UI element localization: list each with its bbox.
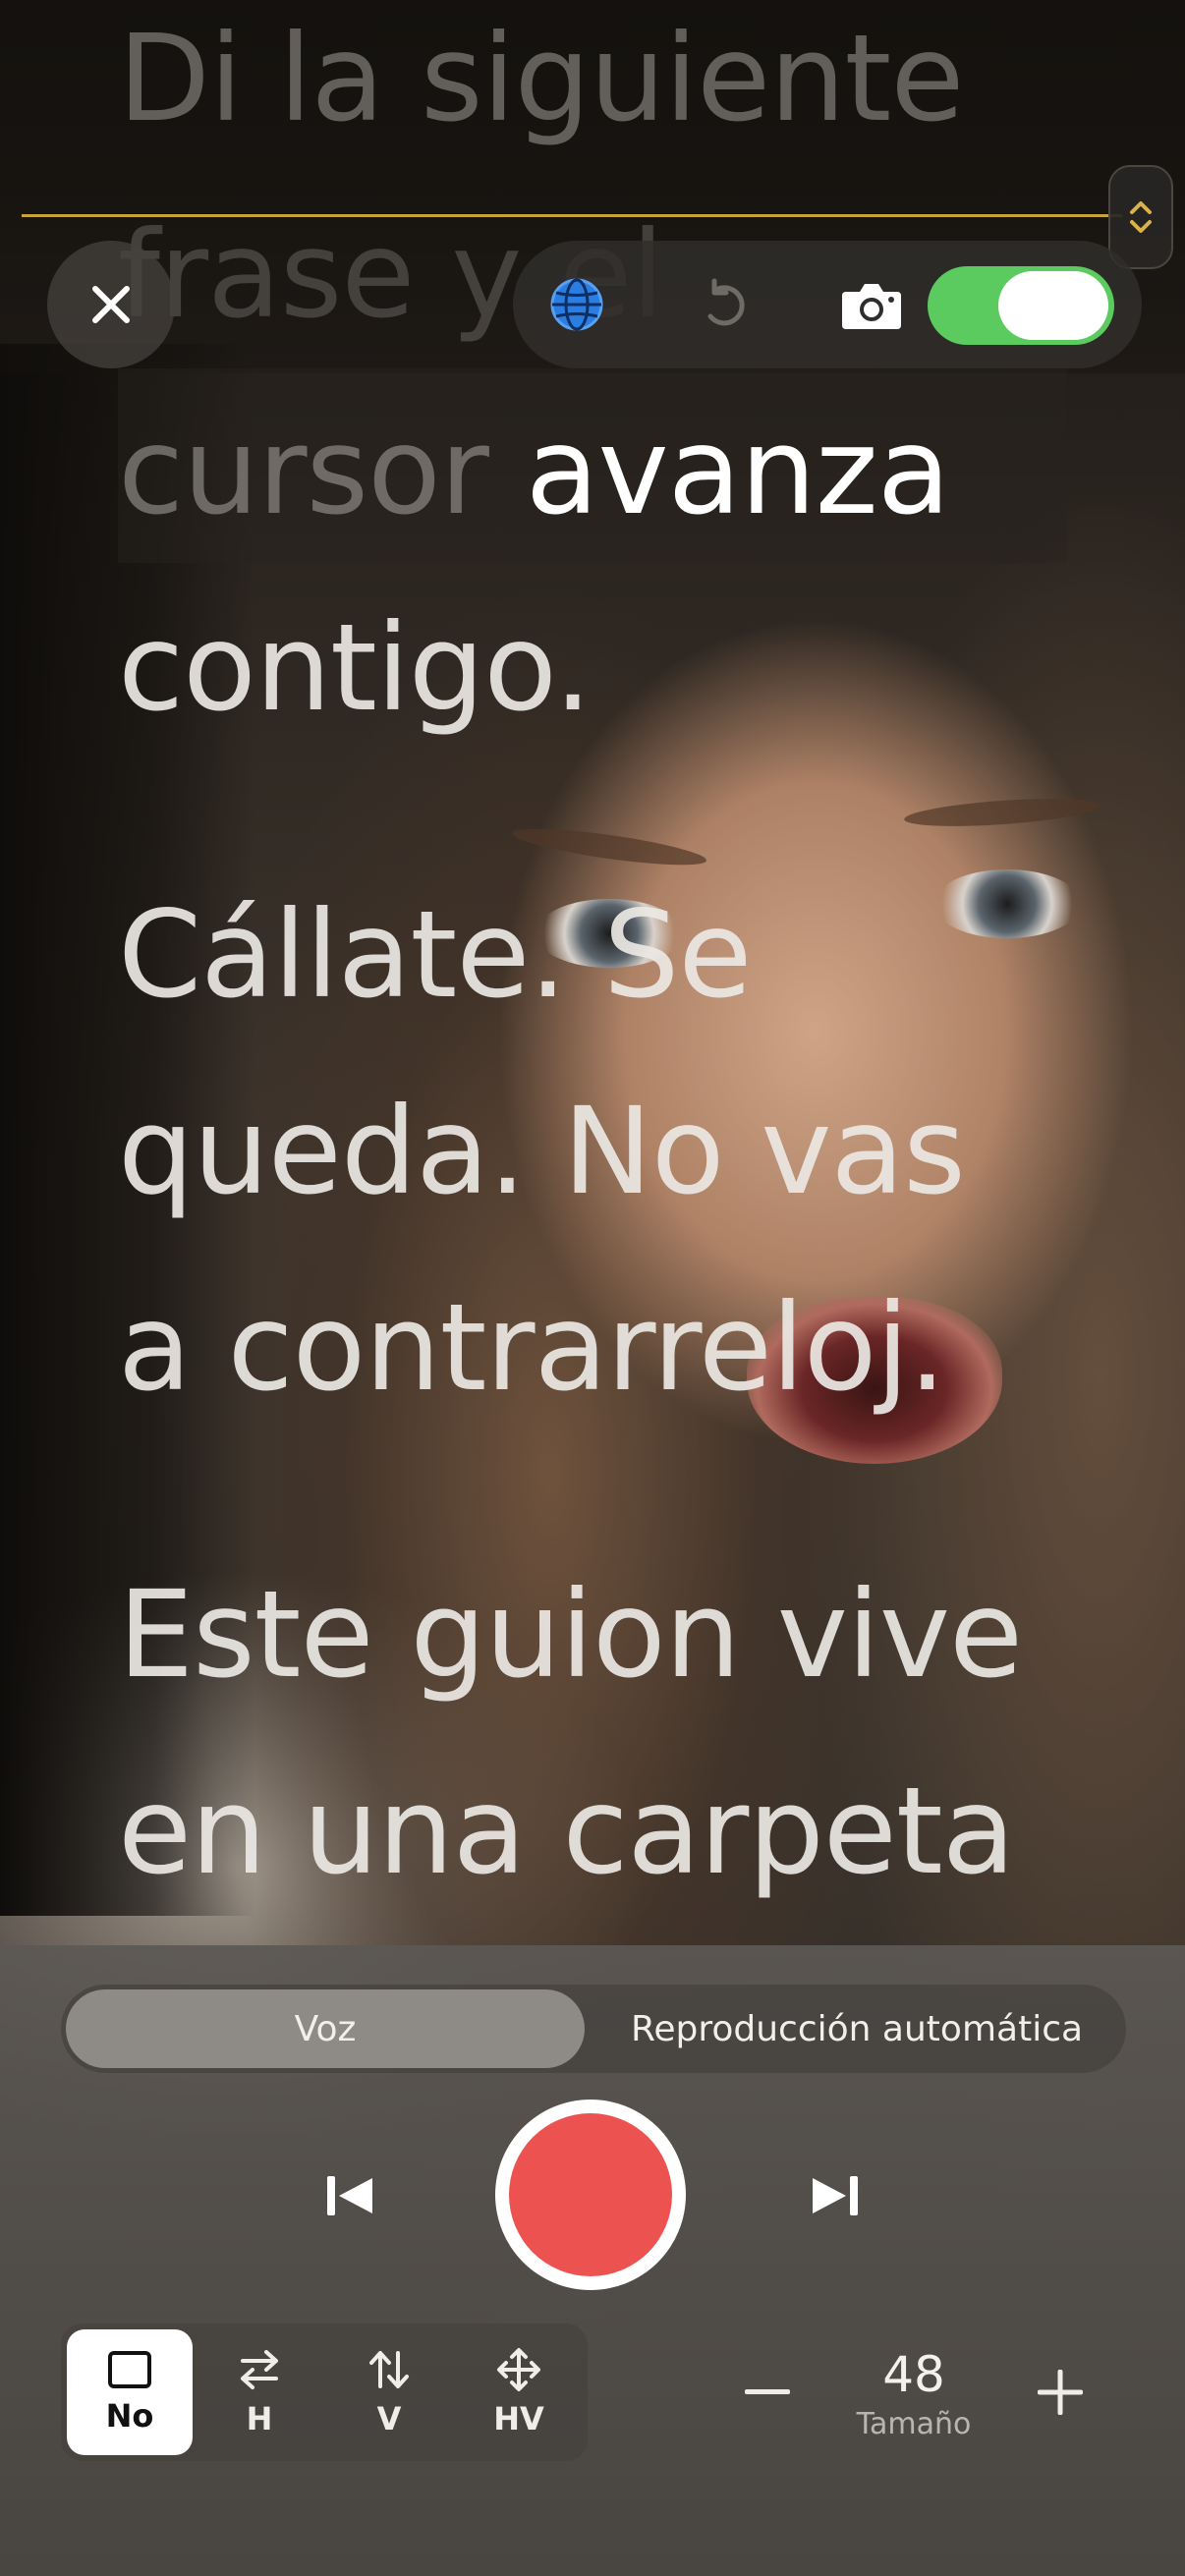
script-line: queda. No vas	[118, 1082, 966, 1221]
undo-icon	[707, 278, 745, 326]
font-size-label: Tamaño	[856, 2407, 972, 2441]
arrows-move-icon	[497, 2348, 540, 2391]
mirror-option-label: No	[105, 2397, 154, 2435]
toggle-knob	[998, 271, 1108, 340]
previous-button[interactable]	[316, 2161, 385, 2230]
font-size-value: 48	[882, 2346, 945, 2403]
guide-line-handle[interactable]	[1108, 165, 1173, 269]
next-button[interactable]	[800, 2161, 869, 2230]
top-toolbar	[513, 241, 1142, 368]
script-line: Este guion vive	[118, 1565, 1023, 1705]
camera-icon	[842, 284, 901, 329]
mirror-none-option[interactable]: No	[67, 2329, 193, 2455]
skip-back-icon	[327, 2176, 372, 2215]
decrease-size-button[interactable]	[733, 2358, 802, 2427]
skip-forward-icon	[813, 2176, 858, 2215]
camera-button[interactable]	[837, 270, 906, 339]
mode-autoplay-tab[interactable]: Reproducción automática	[592, 1989, 1122, 2068]
close-button[interactable]	[47, 241, 175, 368]
mirror-vertical-option[interactable]: V	[326, 2329, 452, 2455]
increase-size-button[interactable]	[1026, 2358, 1095, 2427]
arrows-horizontal-icon	[241, 2350, 278, 2389]
script-word-read: cursor	[118, 402, 526, 541]
restart-button[interactable]	[690, 270, 759, 339]
language-button[interactable]	[542, 270, 611, 339]
script-line: Di la siguiente	[118, 9, 964, 148]
plus-icon	[1038, 2370, 1083, 2415]
mirror-segmented-control: No H V HV	[61, 2324, 588, 2461]
chevron-up-down-icon	[1130, 201, 1152, 233]
mirror-option-label: H	[246, 2400, 273, 2437]
arrows-vertical-icon	[369, 2351, 409, 2388]
close-icon	[92, 286, 130, 323]
mirror-option-label: HV	[493, 2400, 544, 2437]
square-icon	[108, 2351, 151, 2388]
script-line: contigo.	[118, 598, 592, 738]
camera-toggle[interactable]	[928, 266, 1114, 345]
record-button[interactable]	[495, 2100, 686, 2290]
mirror-option-label: V	[376, 2400, 402, 2437]
script-word-current: avanza	[525, 402, 951, 541]
script-line: a contrarreloj.	[118, 1278, 946, 1418]
reading-guide-line	[22, 214, 1122, 217]
script-line: en una carpeta	[118, 1762, 1015, 1901]
globe-icon	[550, 278, 603, 331]
minus-icon	[745, 2389, 790, 2394]
record-icon	[509, 2113, 672, 2276]
mode-voz-tab[interactable]: Voz	[66, 1989, 585, 2068]
mirror-horizontal-option[interactable]: H	[197, 2329, 322, 2455]
mode-segmented-control: Voz Reproducción automática	[61, 1985, 1126, 2073]
script-line-current: cursor avanza	[118, 373, 1100, 570]
script-line: Cállate. Se	[118, 885, 752, 1025]
mirror-both-option[interactable]: HV	[456, 2329, 582, 2455]
